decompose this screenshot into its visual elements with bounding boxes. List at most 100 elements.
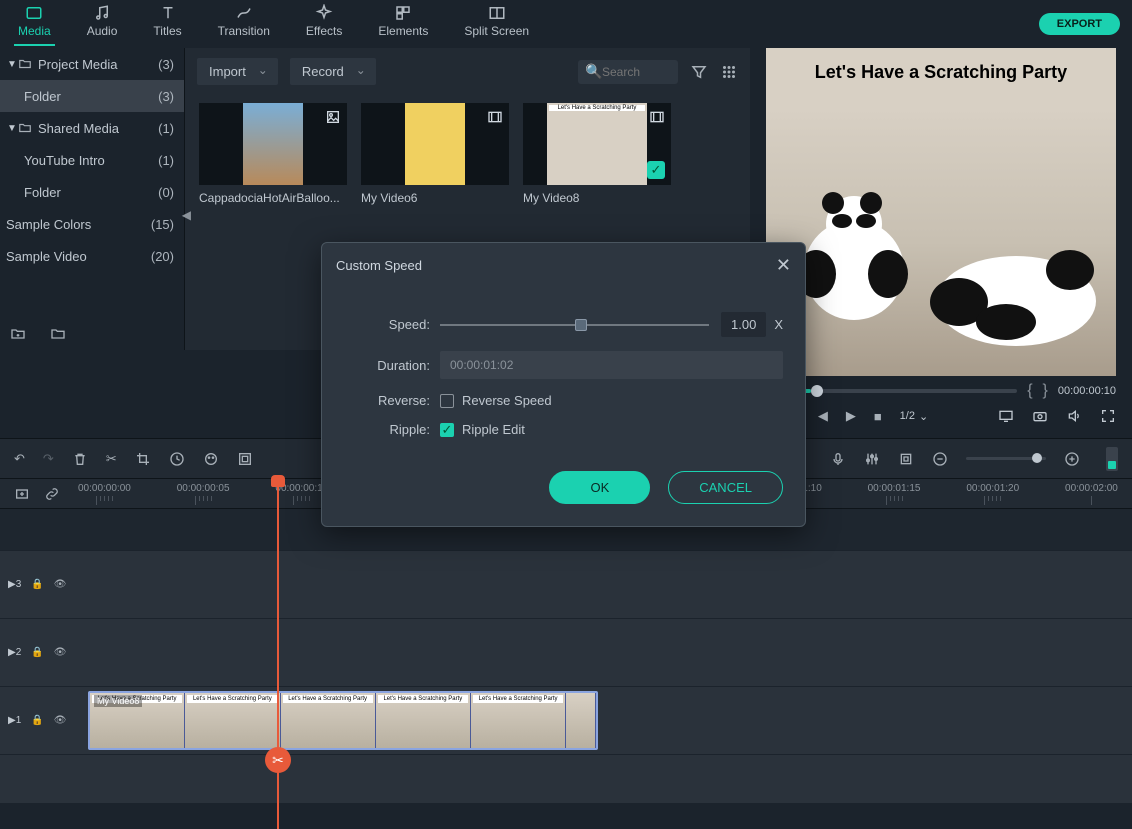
mark-out-icon[interactable]: } [1043, 382, 1048, 400]
sidebar-item-sample-video[interactable]: Sample Video (20) [0, 240, 184, 272]
tab-split-screen[interactable]: Split Screen [460, 0, 533, 44]
track-number: 1 [16, 715, 22, 726]
playhead-scissor-icon[interactable]: ✂ [265, 747, 291, 773]
tab-elements[interactable]: Elements [374, 0, 432, 44]
stop-icon[interactable]: ■ [874, 409, 882, 424]
folder-open-icon[interactable] [50, 326, 66, 342]
preview-timecode: 00:00:00:10 [1058, 385, 1116, 397]
track-body[interactable]: ▶ My Video8 Let's Have a Scratching Part… [88, 687, 1132, 754]
link-icon[interactable] [44, 486, 60, 502]
play-icon[interactable]: ▶ [846, 408, 856, 424]
video-track-1[interactable]: ▶1 🔒 👁 ▶ My Video8 Let's Have a Scratchi… [0, 687, 1132, 755]
video-type-icon [487, 109, 503, 128]
display-icon[interactable] [998, 408, 1014, 424]
tab-media[interactable]: Media [14, 0, 55, 46]
preview-viewport: Let's Have a Scratching Party [766, 48, 1116, 376]
sidebar-label: YouTube Intro [24, 153, 105, 168]
speed-slider[interactable] [440, 324, 709, 326]
top-tabs: Media Audio Titles Transition Effects El… [0, 0, 1132, 48]
sidebar-item-shared-media[interactable]: ▼ Shared Media (1) [0, 112, 184, 144]
ripple-check-label: Ripple Edit [462, 422, 525, 437]
record-dropdown[interactable]: Record [290, 58, 376, 85]
lock-icon[interactable]: 🔒 [31, 579, 43, 590]
tab-effects[interactable]: Effects [302, 0, 346, 44]
sidebar-item-project-media[interactable]: ▼ Project Media (3) [0, 48, 184, 80]
playhead[interactable]: ✂ [277, 479, 279, 829]
search-input[interactable] [602, 65, 662, 79]
step-back-icon[interactable]: ◀ [818, 408, 828, 424]
color-icon[interactable] [203, 451, 219, 467]
scrub-knob[interactable] [811, 385, 823, 397]
tab-titles[interactable]: Titles [149, 0, 185, 44]
sidebar-item-sample-colors[interactable]: Sample Colors (15) [0, 208, 184, 240]
timeline-clip[interactable]: ▶ My Video8 Let's Have a Scratching Part… [88, 691, 598, 750]
lock-icon[interactable]: 🔒 [31, 715, 43, 726]
clip-label: My Video8 [94, 695, 142, 707]
delete-icon[interactable] [72, 451, 88, 467]
preview-overlay-title: Let's Have a Scratching Party [766, 62, 1116, 83]
zoom-slider[interactable] [966, 457, 1046, 460]
collapse-sidebar-icon[interactable]: ◀ [182, 208, 191, 222]
sidebar-label: Project Media [38, 57, 117, 72]
search-input-wrapper[interactable]: 🔍 [578, 60, 678, 84]
zoom-knob[interactable] [1032, 453, 1042, 463]
speed-value[interactable]: 1.00 [721, 312, 766, 337]
track-header: ▶3 🔒 👁 [0, 551, 88, 618]
sidebar-item-shared-folder[interactable]: Folder (0) [0, 176, 184, 208]
snapshot-icon[interactable] [1032, 408, 1048, 424]
image-type-icon [325, 109, 341, 128]
sidebar-label: Folder [24, 185, 61, 200]
mixer-icon[interactable] [864, 451, 880, 467]
cancel-button[interactable]: CANCEL [668, 471, 783, 504]
tab-audio[interactable]: Audio [83, 0, 122, 44]
marker-icon[interactable] [898, 451, 914, 467]
ok-button[interactable]: OK [549, 471, 650, 504]
tab-transition[interactable]: Transition [214, 0, 274, 44]
timeline-tracks: ▶3 🔒 👁 ▶2 🔒 👁 ▶1 🔒 👁 ▶ My Video8 Let's H… [0, 508, 1132, 803]
visibility-icon[interactable]: 👁 [54, 579, 67, 590]
media-item[interactable]: My Video6 [361, 103, 509, 205]
media-item[interactable]: CappadociaHotAirBalloo... [199, 103, 347, 205]
close-icon[interactable]: ✕ [776, 255, 791, 276]
preview-scale-dropdown[interactable]: 1/2 ⌄ [900, 410, 929, 423]
import-dropdown[interactable]: Import [197, 58, 278, 85]
mark-in-icon[interactable]: { [1027, 382, 1032, 400]
visibility-icon[interactable]: 👁 [54, 715, 67, 726]
track-body[interactable] [88, 619, 1132, 686]
add-track-icon[interactable] [14, 486, 30, 502]
zoom-out-icon[interactable] [932, 451, 948, 467]
volume-icon[interactable] [1066, 408, 1082, 424]
media-item[interactable]: Let's Have a Scratching Party ✓ My Video… [523, 103, 671, 205]
dialog-actions: OK CANCEL [322, 451, 805, 526]
reverse-checkbox[interactable] [440, 394, 454, 408]
video-track-3[interactable]: ▶3 🔒 👁 [0, 551, 1132, 619]
speed-knob[interactable] [575, 319, 587, 331]
lock-icon[interactable]: 🔒 [31, 647, 43, 658]
green-screen-icon[interactable] [237, 451, 253, 467]
visibility-icon[interactable]: 👁 [54, 647, 67, 658]
tick-label: 00:00:00:05 [177, 483, 230, 494]
preview-scene [766, 108, 1116, 376]
split-icon[interactable]: ✂ [106, 451, 117, 467]
fullscreen-icon[interactable] [1100, 408, 1116, 424]
video-track-2[interactable]: ▶2 🔒 👁 [0, 619, 1132, 687]
expand-icon: ▼ [6, 59, 18, 70]
ripple-checkbox[interactable]: ✓ [440, 423, 454, 437]
duration-input[interactable]: 00:00:01:02 [440, 351, 783, 379]
undo-icon[interactable]: ↶ [14, 451, 25, 467]
grid-view-icon[interactable] [720, 63, 738, 81]
new-folder-icon[interactable] [10, 326, 26, 342]
redo-icon[interactable]: ↷ [43, 451, 54, 467]
crop-icon[interactable] [135, 451, 151, 467]
media-thumb: Let's Have a Scratching Party ✓ [523, 103, 671, 185]
frame-caption: Let's Have a Scratching Party [473, 695, 563, 703]
tick-label: 00:00:00:00 [78, 483, 131, 494]
export-button[interactable]: EXPORT [1039, 13, 1120, 35]
filter-icon[interactable] [690, 63, 708, 81]
sidebar-item-folder[interactable]: Folder (3) [0, 80, 184, 112]
zoom-in-icon[interactable] [1064, 451, 1080, 467]
speed-icon[interactable] [169, 451, 185, 467]
voiceover-icon[interactable] [830, 451, 846, 467]
track-body[interactable] [88, 551, 1132, 618]
sidebar-item-youtube-intro[interactable]: YouTube Intro (1) [0, 144, 184, 176]
